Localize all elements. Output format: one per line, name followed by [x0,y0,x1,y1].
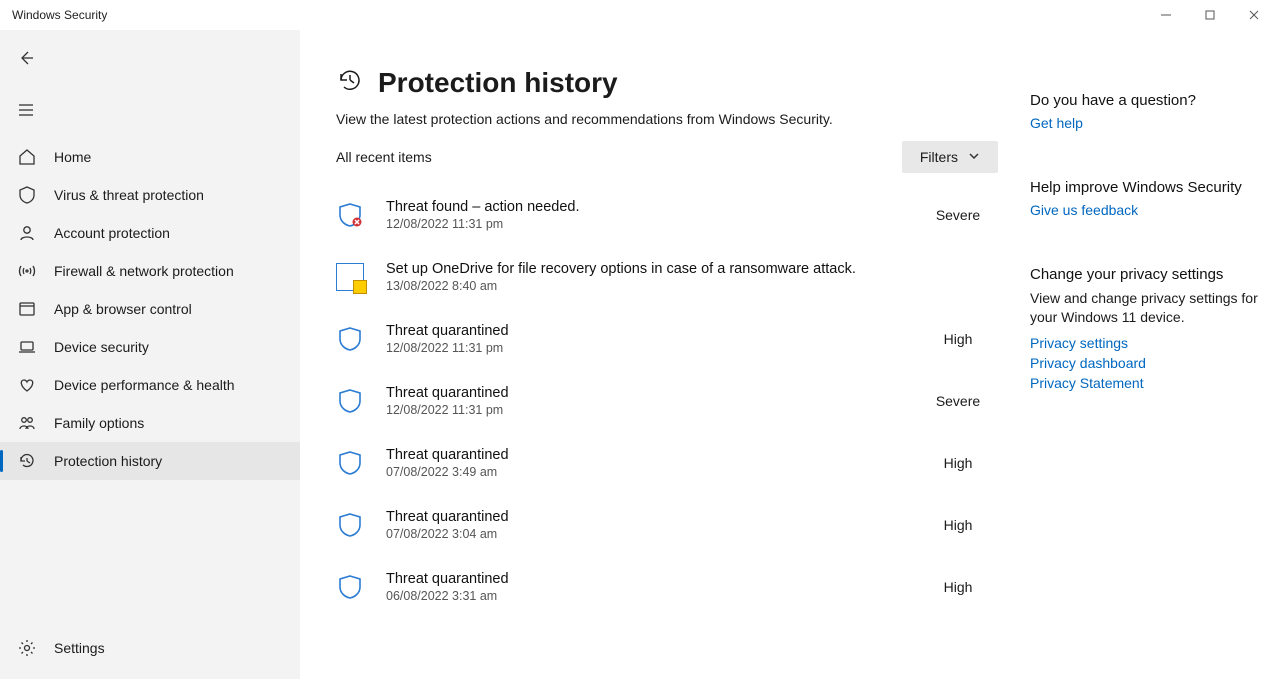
sidebar-item-label: Protection history [54,453,162,469]
privacy-settings-link[interactable]: Privacy settings [1030,335,1264,351]
event-title: Set up OneDrive for file recovery option… [386,261,896,277]
sidebar-item-label: Device performance & health [54,377,235,393]
sidebar-item-home[interactable]: Home [0,138,300,176]
sidebar-item-performance[interactable]: Device performance & health [0,366,300,404]
event-time: 06/08/2022 3:31 am [386,589,896,603]
shield-icon [336,449,364,477]
event-row[interactable]: Threat quarantined 12/08/2022 11:31 pm Sev… [336,385,998,417]
sidebar-item-label: Device security [54,339,149,355]
page-title: Protection history [378,67,618,99]
event-title: Threat quarantined [386,323,896,339]
event-severity: High [918,517,998,533]
event-time: 12/08/2022 11:31 pm [386,403,896,417]
window-title: Windows Security [12,8,107,22]
sidebar-item-label: Home [54,149,91,165]
history-icon [18,452,36,470]
sidebar-item-label: App & browser control [54,301,192,317]
event-row[interactable]: Threat quarantined 07/08/2022 3:49 am High [336,447,998,479]
privacy-heading: Change your privacy settings [1030,266,1264,283]
event-severity: High [918,455,998,471]
sidebar-item-protection-history[interactable]: Protection history [0,442,300,480]
feedback-link[interactable]: Give us feedback [1030,202,1264,218]
antenna-icon [18,262,36,280]
help-heading: Do you have a question? [1030,92,1264,109]
account-icon [18,224,36,242]
sidebar-item-family[interactable]: Family options [0,404,300,442]
menu-button[interactable] [8,92,44,128]
main-content: Protection history View the latest prote… [300,30,1030,679]
event-severity: High [918,331,998,347]
gear-icon [18,639,36,657]
page-subtitle: View the latest protection actions and r… [336,111,1006,127]
improve-heading: Help improve Windows Security [1030,179,1264,196]
event-title: Threat quarantined [386,509,896,525]
sidebar-item-label: Family options [54,415,144,431]
sidebar-item-settings[interactable]: Settings [0,629,300,667]
shield-icon [336,511,364,539]
shield-icon [336,325,364,353]
right-panel: Do you have a question? Get help Help im… [1030,30,1280,679]
sidebar-item-label: Account protection [54,225,170,241]
privacy-desc: View and change privacy settings for you… [1030,289,1264,327]
close-button[interactable] [1232,0,1276,30]
maximize-button[interactable] [1188,0,1232,30]
event-row[interactable]: Threat quarantined 12/08/2022 11:31 pm Hig… [336,323,998,355]
filters-label: Filters [920,149,958,165]
shield-icon [336,201,364,229]
event-title: Threat quarantined [386,447,896,463]
event-row[interactable]: Threat quarantined 06/08/2022 3:31 am High [336,571,998,603]
event-row[interactable]: Set up OneDrive for file recovery option… [336,261,998,293]
privacy-statement-link[interactable]: Privacy Statement [1030,375,1264,391]
sidebar-item-label: Settings [54,640,105,656]
onedrive-icon [336,263,364,291]
filters-button[interactable]: Filters [902,141,998,173]
event-time: 07/08/2022 3:49 am [386,465,896,479]
event-row[interactable]: Threat quarantined 07/08/2022 3:04 am High [336,509,998,541]
chevron-down-icon [968,149,980,165]
privacy-dashboard-link[interactable]: Privacy dashboard [1030,355,1264,371]
family-icon [18,414,36,432]
event-title: Threat quarantined [386,571,896,587]
event-time: 12/08/2022 11:31 pm [386,341,896,355]
list-heading: All recent items [336,149,432,165]
event-time: 07/08/2022 3:04 am [386,527,896,541]
app-icon [18,300,36,318]
title-bar: Windows Security [0,0,1280,30]
back-button[interactable] [8,40,44,76]
shield-icon [336,387,364,415]
sidebar-item-device-security[interactable]: Device security [0,328,300,366]
sidebar-item-account[interactable]: Account protection [0,214,300,252]
event-time: 12/08/2022 11:31 pm [386,217,896,231]
minimize-button[interactable] [1144,0,1188,30]
event-severity: Severe [918,393,998,409]
sidebar-item-label: Firewall & network protection [54,263,234,279]
event-severity: Severe [918,207,998,223]
sidebar-item-virus[interactable]: Virus & threat protection [0,176,300,214]
event-severity: High [918,579,998,595]
heart-icon [18,376,36,394]
sidebar-item-app-browser[interactable]: App & browser control [0,290,300,328]
event-row[interactable]: Threat found – action needed. 12/08/2022 … [336,199,998,231]
sidebar-item-firewall[interactable]: Firewall & network protection [0,252,300,290]
sidebar-item-label: Virus & threat protection [54,187,204,203]
sidebar: Home Virus & threat protection Account p… [0,30,300,679]
sidebar-nav: Home Virus & threat protection Account p… [0,138,300,623]
event-title: Threat quarantined [386,385,896,401]
event-time: 13/08/2022 8:40 am [386,279,896,293]
get-help-link[interactable]: Get help [1030,115,1264,131]
event-list: Threat found – action needed. 12/08/2022 … [336,199,1006,603]
shield-icon [336,573,364,601]
shield-icon [18,186,36,204]
event-title: Threat found – action needed. [386,199,896,215]
home-icon [18,148,36,166]
history-icon [336,66,364,99]
laptop-icon [18,338,36,356]
